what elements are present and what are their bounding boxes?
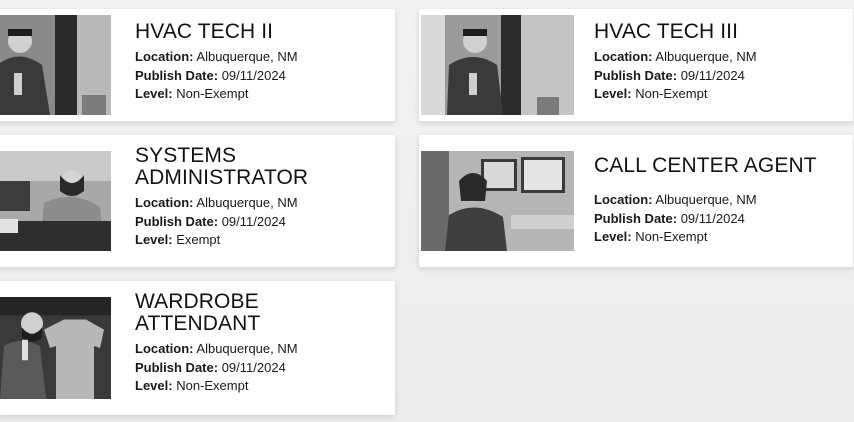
job-level: Level: Non-Exempt	[594, 229, 708, 244]
job-location: Location: Albuquerque, NM	[594, 192, 757, 207]
job-info: CALL CENTER AGENT Location: Albuquerque,…	[594, 155, 847, 247]
job-card-call-center-agent[interactable]: CALL CENTER AGENT Location: Albuquerque,…	[419, 135, 853, 267]
job-info: WARDROBE ATTENDANT Location: Albuquerque…	[135, 291, 389, 396]
job-location: Location: Albuquerque, NM	[594, 49, 757, 64]
job-photo	[421, 15, 574, 115]
job-photo	[0, 15, 111, 115]
job-info: HVAC TECH II Location: Albuquerque, NM P…	[135, 21, 389, 104]
job-level: Level: Exempt	[135, 232, 221, 247]
job-title[interactable]: CALL CENTER AGENT	[594, 155, 847, 177]
job-publish-date: Publish Date: 09/11/2024	[594, 67, 745, 83]
job-card-wardrobe-attendant[interactable]: WARDROBE ATTENDANT Location: Albuquerque…	[0, 281, 395, 415]
job-location: Location: Albuquerque, NM	[135, 341, 298, 356]
job-card-hvac-tech-ii[interactable]: HVAC TECH II Location: Albuquerque, NM P…	[0, 9, 395, 121]
job-card-systems-administrator[interactable]: SYSTEMS ADMINISTRATOR Location: Albuquer…	[0, 135, 395, 267]
job-location: Location: Albuquerque, NM	[135, 49, 298, 64]
job-publish-date: Publish Date: 09/11/2024	[135, 213, 286, 229]
job-title[interactable]: HVAC TECH II	[135, 21, 389, 43]
job-title[interactable]: WARDROBE ATTENDANT	[135, 291, 389, 335]
job-photo	[0, 151, 111, 251]
job-title[interactable]: HVAC TECH III	[594, 21, 847, 43]
job-publish-date: Publish Date: 09/11/2024	[135, 67, 286, 83]
job-level: Level: Non-Exempt	[135, 378, 249, 393]
job-level: Level: Non-Exempt	[135, 86, 249, 101]
job-card-hvac-tech-iii[interactable]: HVAC TECH III Location: Albuquerque, NM …	[419, 9, 853, 121]
job-publish-date: Publish Date: 09/11/2024	[594, 210, 745, 226]
job-publish-date: Publish Date: 09/11/2024	[135, 359, 286, 375]
job-photo	[0, 297, 111, 399]
job-title[interactable]: SYSTEMS ADMINISTRATOR	[135, 145, 389, 189]
job-info: HVAC TECH III Location: Albuquerque, NM …	[594, 21, 847, 104]
job-listings-page: HVAC TECH II Location: Albuquerque, NM P…	[0, 0, 854, 422]
job-level: Level: Non-Exempt	[594, 86, 708, 101]
job-info: SYSTEMS ADMINISTRATOR Location: Albuquer…	[135, 145, 389, 250]
job-photo	[421, 151, 574, 251]
job-location: Location: Albuquerque, NM	[135, 195, 298, 210]
